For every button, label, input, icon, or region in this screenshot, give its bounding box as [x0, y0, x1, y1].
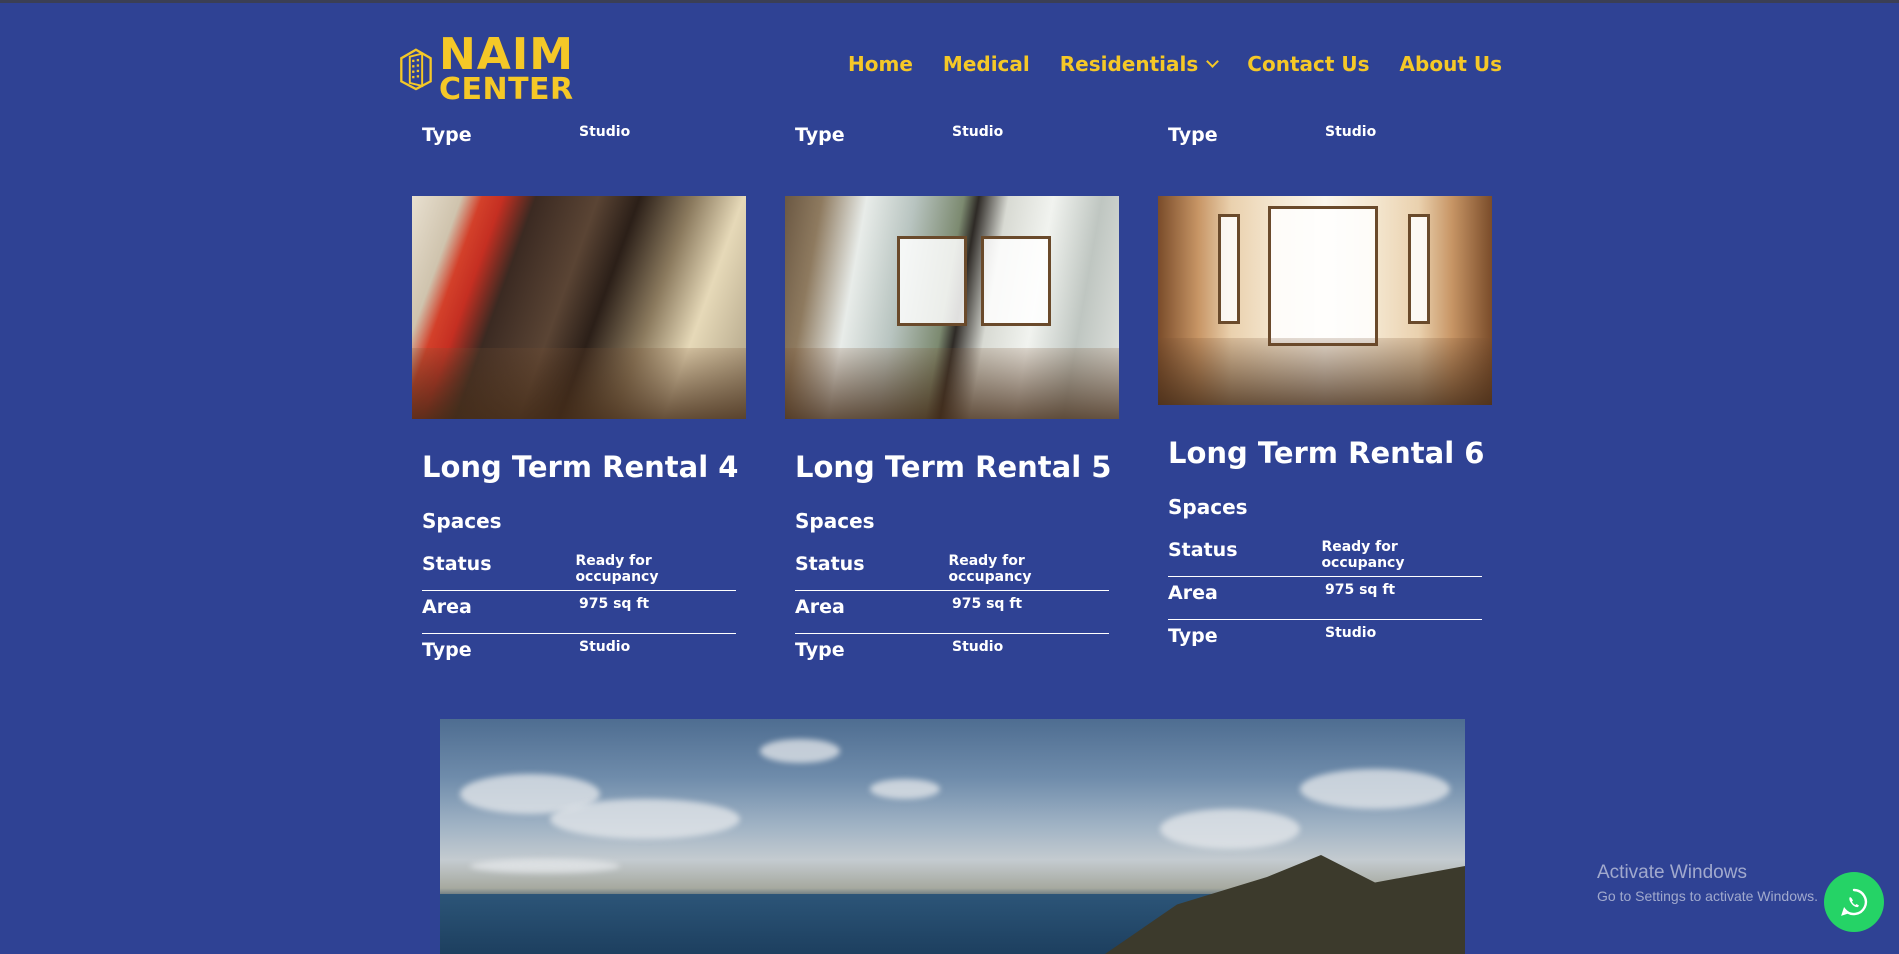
whatsapp-chat-button[interactable] — [1824, 872, 1884, 932]
listing-details: Status Ready for occupancy Area 975 sq f… — [1168, 534, 1482, 663]
watermark-title: Activate Windows — [1597, 862, 1747, 883]
row-value: 975 sq ft — [579, 596, 650, 612]
listing-photo[interactable] — [785, 196, 1119, 419]
photo-floor — [785, 347, 1119, 419]
cloud — [470, 859, 620, 873]
row-label: Status — [422, 553, 492, 575]
status-row: Status Ready for occupancy — [422, 548, 736, 591]
spaces-heading: Spaces — [422, 509, 502, 533]
previous-type-row: Type Studio — [1168, 124, 1483, 146]
listing-details: Status Ready for occupancy Area 975 sq f… — [795, 548, 1109, 677]
row-label: Area — [1168, 582, 1218, 604]
area-row: Area 975 sq ft — [422, 591, 736, 634]
photo-window — [1408, 214, 1430, 324]
row-value: Studio — [579, 639, 631, 655]
photo-floor — [412, 347, 746, 419]
cloud — [870, 779, 940, 799]
spaces-heading: Spaces — [1168, 495, 1248, 519]
listing-photo[interactable] — [412, 196, 746, 419]
whatsapp-icon — [1841, 888, 1868, 916]
row-label: Area — [795, 596, 845, 618]
photo-floor — [1158, 338, 1492, 405]
row-value: 975 sq ft — [1325, 582, 1396, 598]
row-value: 975 sq ft — [952, 596, 1023, 612]
row-label: Type — [795, 124, 845, 146]
row-label: Type — [1168, 625, 1218, 647]
previous-type-row: Type Studio — [795, 124, 1110, 146]
listing-photo[interactable] — [1158, 196, 1492, 405]
row-value: Studio — [579, 124, 631, 140]
row-value: Studio — [1325, 124, 1377, 140]
status-row: Status Ready for occupancy — [795, 548, 1109, 591]
previous-type-row: Type Studio — [422, 124, 737, 146]
photo-window — [1218, 214, 1240, 324]
row-label: Type — [422, 124, 472, 146]
row-value: Ready for occupancy — [575, 553, 659, 585]
cloud — [1300, 769, 1450, 809]
type-row: Type Studio — [795, 634, 1109, 677]
photo-window — [981, 236, 1051, 326]
cloud — [760, 739, 840, 763]
row-label: Type — [1168, 124, 1218, 146]
row-label: Status — [1168, 539, 1238, 561]
row-value: Studio — [1325, 625, 1377, 641]
row-value: Studio — [952, 639, 1004, 655]
status-row: Status Ready for occupancy — [1168, 534, 1482, 577]
landscape-banner-image — [440, 719, 1465, 954]
row-value: Studio — [952, 124, 1004, 140]
photo-window — [1268, 206, 1378, 346]
cloud — [1160, 809, 1300, 849]
area-row: Area 975 sq ft — [795, 591, 1109, 634]
type-row: Type Studio — [1168, 620, 1482, 663]
type-row: Type Studio — [422, 634, 736, 677]
photo-window — [897, 236, 967, 326]
listing-details: Status Ready for occupancy Area 975 sq f… — [422, 548, 736, 677]
row-label: Status — [795, 553, 865, 575]
row-label: Area — [422, 596, 472, 618]
listing-title[interactable]: Long Term Rental 4 — [422, 450, 738, 484]
listing-title[interactable]: Long Term Rental 6 — [1168, 436, 1484, 470]
row-label: Type — [422, 639, 472, 661]
row-value: Ready for occupancy — [948, 553, 1032, 585]
row-label: Type — [795, 639, 845, 661]
spaces-heading: Spaces — [795, 509, 875, 533]
watermark-subtitle: Go to Settings to activate Windows. — [1597, 888, 1818, 904]
windows-activation-watermark: Activate Windows Go to Settings to activ… — [1597, 862, 1818, 904]
listing-title[interactable]: Long Term Rental 5 — [795, 450, 1111, 484]
row-value: Ready for occupancy — [1321, 539, 1405, 571]
cloud — [550, 799, 740, 839]
area-row: Area 975 sq ft — [1168, 577, 1482, 620]
